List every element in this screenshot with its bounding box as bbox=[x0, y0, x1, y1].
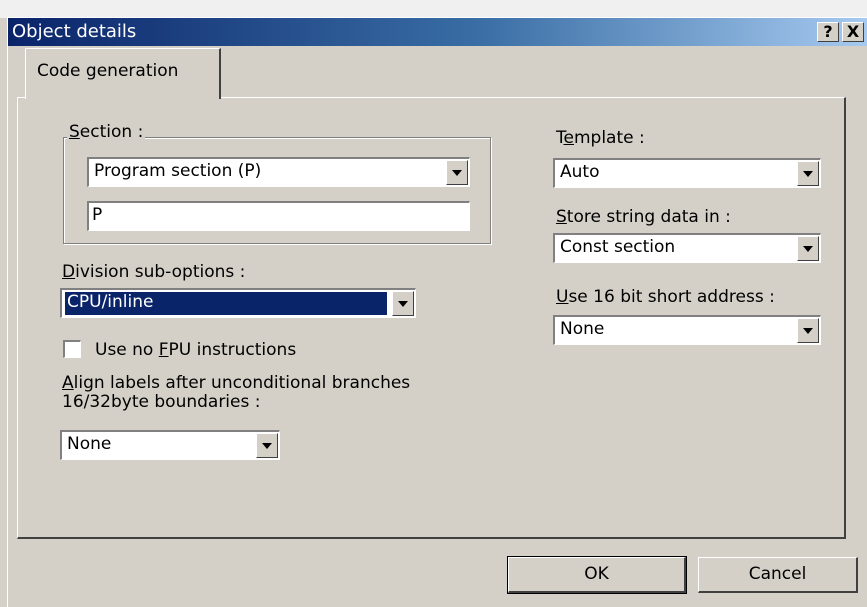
title-bar[interactable]: Object details ? X bbox=[8, 18, 867, 46]
store-string-select[interactable]: Const section bbox=[553, 233, 821, 263]
chevron-down-icon[interactable] bbox=[797, 161, 819, 186]
cancel-button[interactable]: Cancel bbox=[698, 557, 858, 593]
section-name-value: P bbox=[92, 205, 103, 225]
division-select[interactable]: CPU/inline bbox=[60, 288, 416, 318]
help-button[interactable]: ? bbox=[817, 22, 839, 42]
division-select-value: CPU/inline bbox=[65, 292, 387, 315]
store-string-select-value: Const section bbox=[560, 237, 676, 257]
close-button[interactable]: X bbox=[842, 22, 864, 42]
template-select[interactable]: Auto bbox=[553, 158, 821, 188]
align-select-value: None bbox=[67, 434, 112, 454]
align-select[interactable]: None bbox=[60, 430, 280, 460]
align-label-line2: 16/32byte boundaries : bbox=[62, 392, 261, 412]
align-label-line1: Align labels after unconditional branche… bbox=[62, 373, 411, 393]
chevron-down-icon[interactable] bbox=[797, 318, 819, 343]
background-strip bbox=[0, 0, 867, 18]
section-select[interactable]: Program section (P) bbox=[87, 157, 470, 187]
section-name-input[interactable]: P bbox=[87, 201, 470, 231]
short-address-label: Use 16 bit short address : bbox=[556, 287, 775, 307]
chevron-down-icon[interactable] bbox=[797, 236, 819, 261]
section-select-value: Program section (P) bbox=[94, 161, 262, 181]
chevron-down-icon[interactable] bbox=[392, 291, 414, 316]
chevron-down-icon[interactable] bbox=[446, 160, 468, 185]
tab-code-generation[interactable]: Code generation bbox=[25, 48, 221, 99]
short-address-select[interactable]: None bbox=[553, 315, 821, 345]
section-label: Section : bbox=[67, 122, 146, 142]
chevron-down-icon[interactable] bbox=[256, 433, 278, 458]
short-address-select-value: None bbox=[560, 319, 605, 339]
align-label: Align labels after unconditional branche… bbox=[62, 374, 410, 412]
template-label: Template : bbox=[556, 128, 645, 148]
store-string-label: Store string data in : bbox=[556, 207, 731, 227]
no-fpu-checkbox[interactable] bbox=[63, 340, 81, 358]
ok-button[interactable]: OK bbox=[507, 556, 687, 594]
window-title: Object details bbox=[12, 21, 137, 42]
template-select-value: Auto bbox=[560, 162, 600, 182]
division-label: Division sub-options : bbox=[62, 262, 246, 282]
no-fpu-label[interactable]: Use no FPU instructions bbox=[95, 340, 296, 360]
tab-label: Code generation bbox=[37, 61, 179, 81]
